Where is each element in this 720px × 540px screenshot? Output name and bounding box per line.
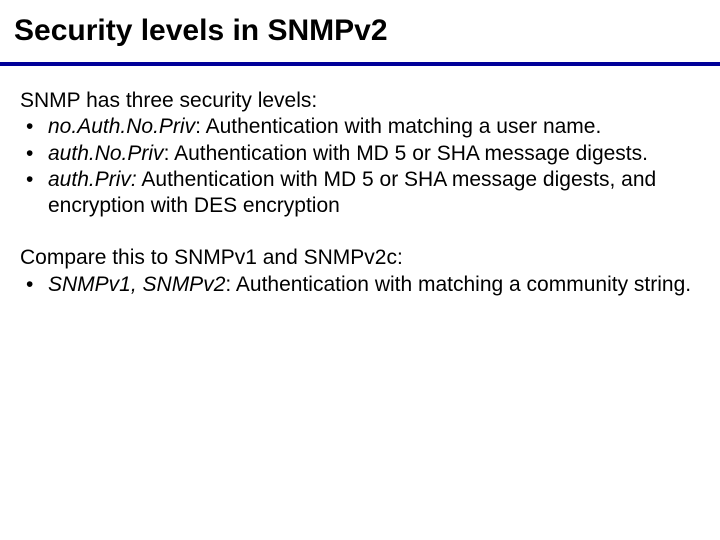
list-item: no.Auth.No.Priv: Authentication with mat…	[20, 114, 702, 140]
term: auth.No.Priv	[48, 142, 164, 165]
list-item: auth.Priv: Authentication with MD 5 or S…	[20, 167, 702, 220]
desc: Authentication with matching a user name…	[206, 115, 602, 138]
bullet-list-2: SNMPv1, SNMPv2: Authentication with matc…	[20, 272, 702, 298]
slide-body: SNMP has three security levels: no.Auth.…	[20, 88, 702, 298]
list-item: SNMPv1, SNMPv2: Authentication with matc…	[20, 272, 702, 298]
title-underline	[0, 62, 720, 66]
spacer	[20, 219, 702, 245]
list-item: auth.No.Priv: Authentication with MD 5 o…	[20, 141, 702, 167]
sep: :	[225, 273, 236, 296]
sep: :	[195, 115, 206, 138]
intro-text-2: Compare this to SNMPv1 and SNMPv2c:	[20, 245, 702, 271]
term: SNMPv1, SNMPv2	[48, 273, 225, 296]
slide: Security levels in SNMPv2 SNMP has three…	[0, 0, 720, 540]
term: no.Auth.No.Priv	[48, 115, 195, 138]
bullet-list-1: no.Auth.No.Priv: Authentication with mat…	[20, 114, 702, 219]
page-title: Security levels in SNMPv2	[14, 14, 388, 48]
intro-text-1: SNMP has three security levels:	[20, 88, 702, 114]
term: auth.Priv:	[48, 168, 137, 191]
sep: :	[164, 142, 175, 165]
desc: Authentication with MD 5 or SHA message …	[174, 142, 648, 165]
desc: Authentication with matching a community…	[236, 273, 691, 296]
